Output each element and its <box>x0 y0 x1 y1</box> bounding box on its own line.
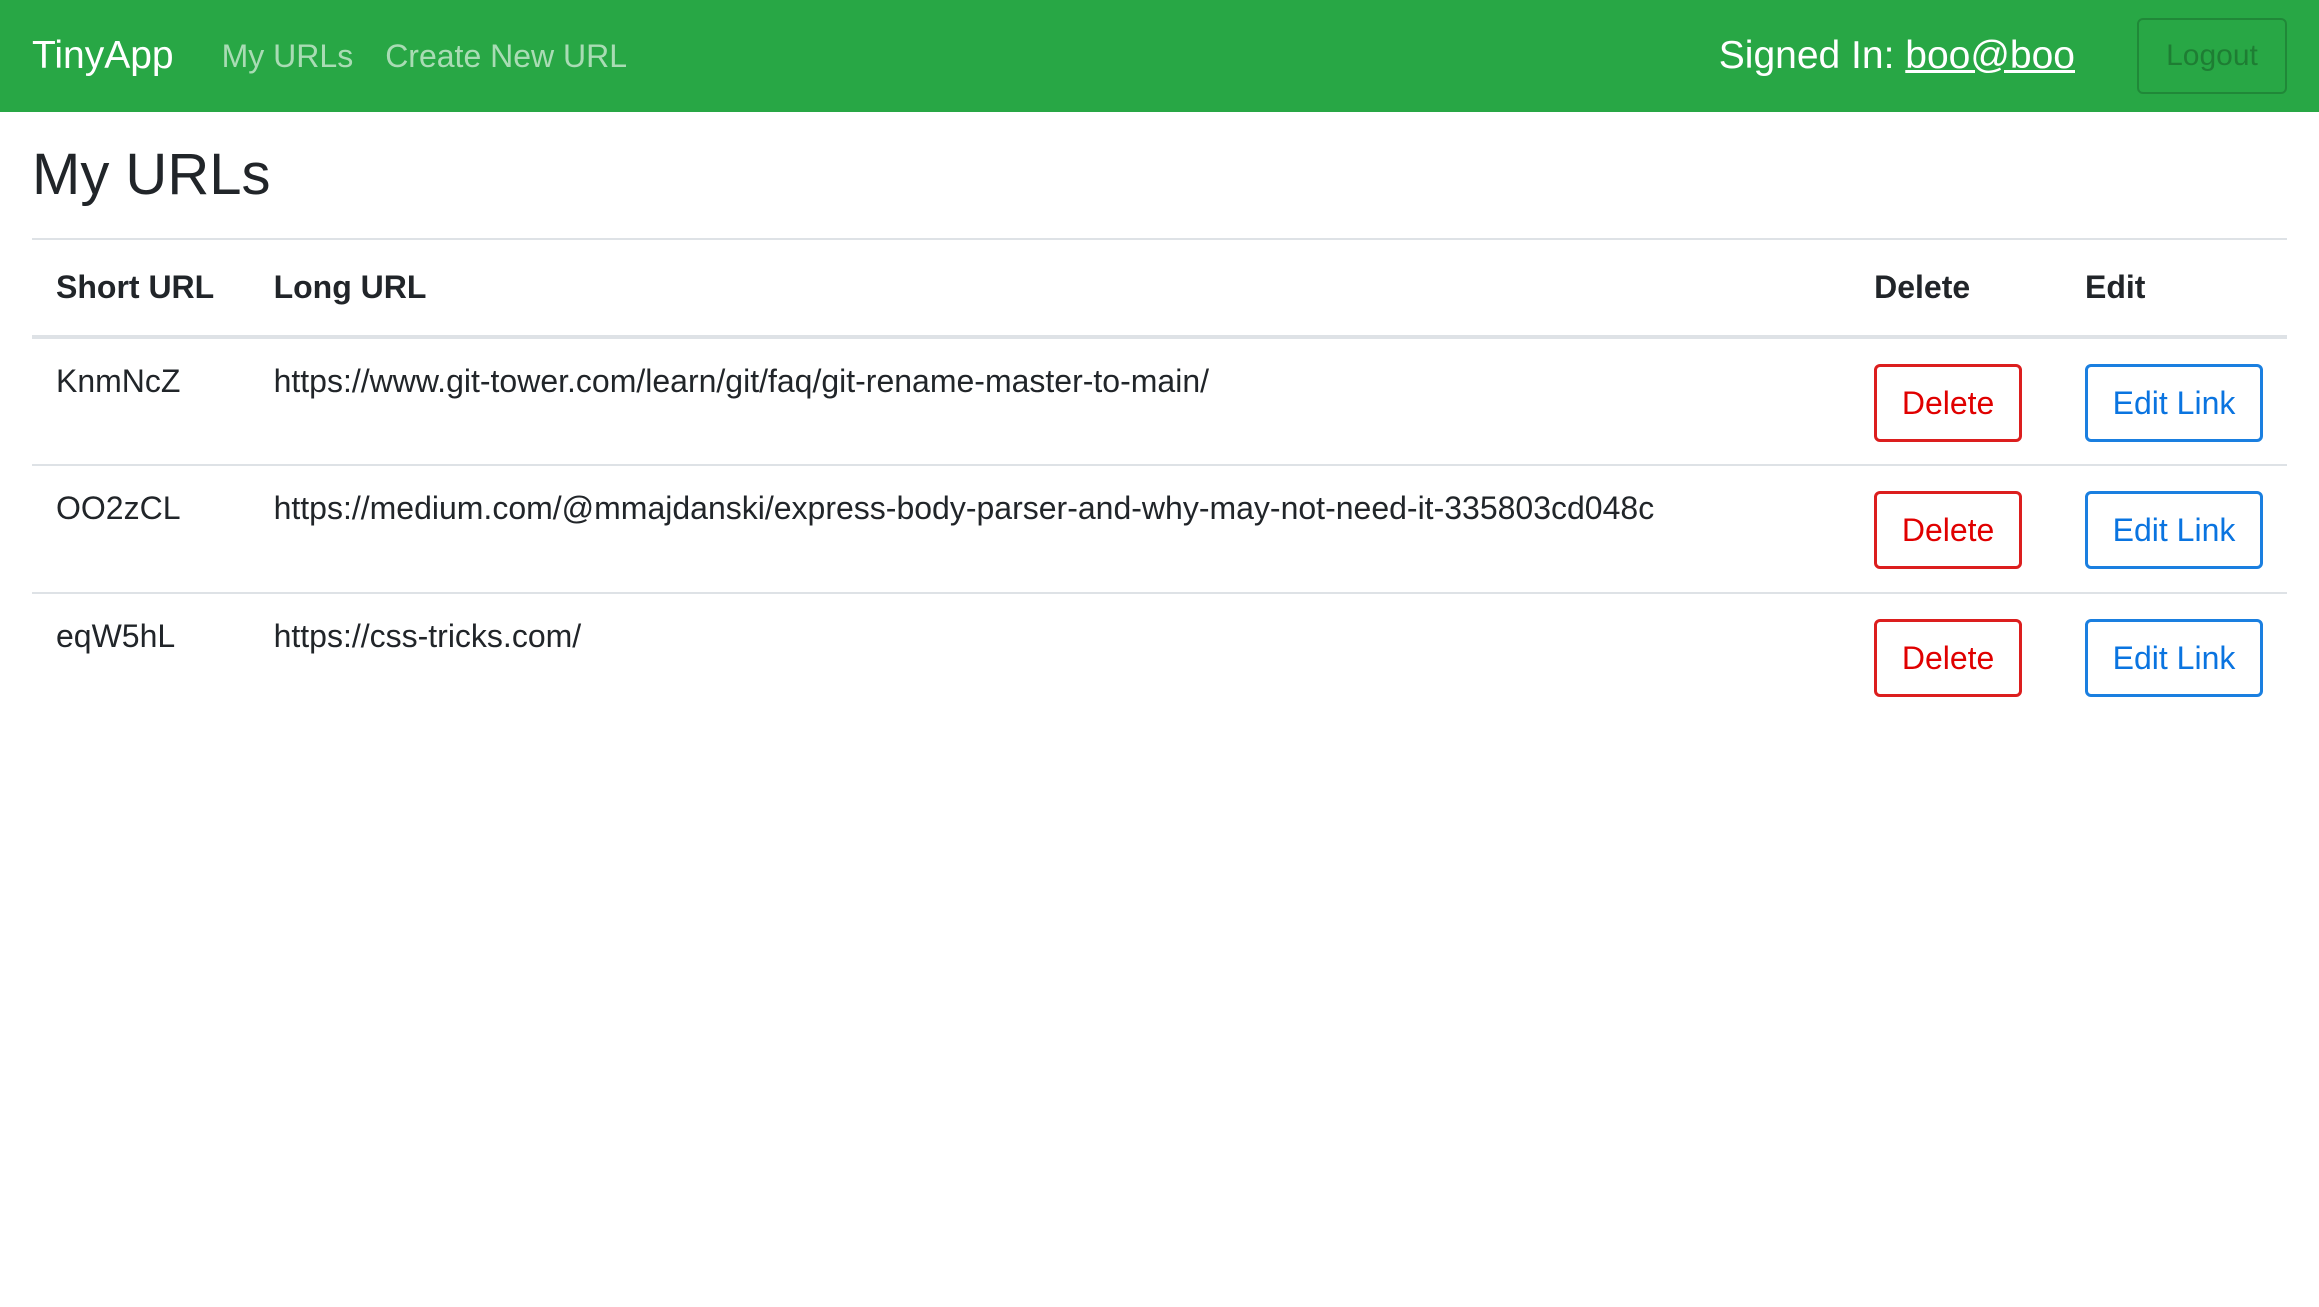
nav-link-my-urls[interactable]: My URLs <box>222 38 354 75</box>
delete-cell: Delete <box>1850 337 2061 466</box>
edit-cell: Edit Link <box>2061 593 2287 721</box>
page-title: My URLs <box>32 142 271 207</box>
short-url-cell: KnmNcZ <box>32 337 250 466</box>
header-long-url: Long URL <box>249 238 1851 339</box>
nav-right: Signed In: boo@boo Logout <box>1719 18 2287 94</box>
header-short-url: Short URL <box>32 238 250 339</box>
long-url-cell: https://medium.com/@mmajdanski/express-b… <box>249 465 1851 594</box>
short-url-cell: eqW5hL <box>56 618 176 654</box>
logout-button[interactable]: Logout <box>2137 18 2287 94</box>
urls-table: Short URL Long URL Delete Edit KnmNcZ ht… <box>32 238 2287 721</box>
edit-link-button[interactable]: Edit Link <box>2085 364 2263 442</box>
edit-cell: Edit Link <box>2061 337 2287 466</box>
nav-link-create-new-url[interactable]: Create New URL <box>385 38 627 75</box>
table-row: KnmNcZ https://www.git-tower.com/learn/g… <box>32 337 2287 466</box>
delete-cell: Delete <box>1850 465 2061 594</box>
delete-button[interactable]: Delete <box>1874 364 2023 442</box>
table-row: eqW5hL https://css-tricks.com/ Delete Ed… <box>32 593 2287 721</box>
delete-button[interactable]: Delete <box>1874 491 2023 569</box>
delete-cell: Delete <box>1850 593 2061 721</box>
long-url-cell: https://css-tricks.com/ <box>273 618 582 654</box>
delete-button[interactable]: Delete <box>1874 619 2023 697</box>
navbar: TinyApp My URLs Create New URL Signed In… <box>0 0 2319 112</box>
header-delete: Delete <box>1850 238 2061 339</box>
table-header-row: Short URL Long URL Delete Edit <box>32 238 2287 339</box>
long-url-cell: https://www.git-tower.com/learn/git/faq/… <box>249 337 1851 466</box>
brand-link[interactable]: TinyApp <box>32 34 174 78</box>
edit-link-button[interactable]: Edit Link <box>2085 619 2263 697</box>
header-edit: Edit <box>2061 238 2287 339</box>
short-url-cell: OO2zCL <box>32 465 250 594</box>
main-content: My URLs Short URL Long URL Delete Edit K… <box>0 140 2319 721</box>
edit-link-button[interactable]: Edit Link <box>2085 491 2263 569</box>
signed-in-text: Signed In: boo@boo <box>1719 34 2075 78</box>
table-row: OO2zCL https://medium.com/@mmajdanski/ex… <box>32 465 2287 594</box>
user-email-link[interactable]: boo@boo <box>1905 34 2075 77</box>
signed-in-label: Signed In: <box>1718 34 1895 77</box>
edit-cell: Edit Link <box>2061 465 2287 594</box>
